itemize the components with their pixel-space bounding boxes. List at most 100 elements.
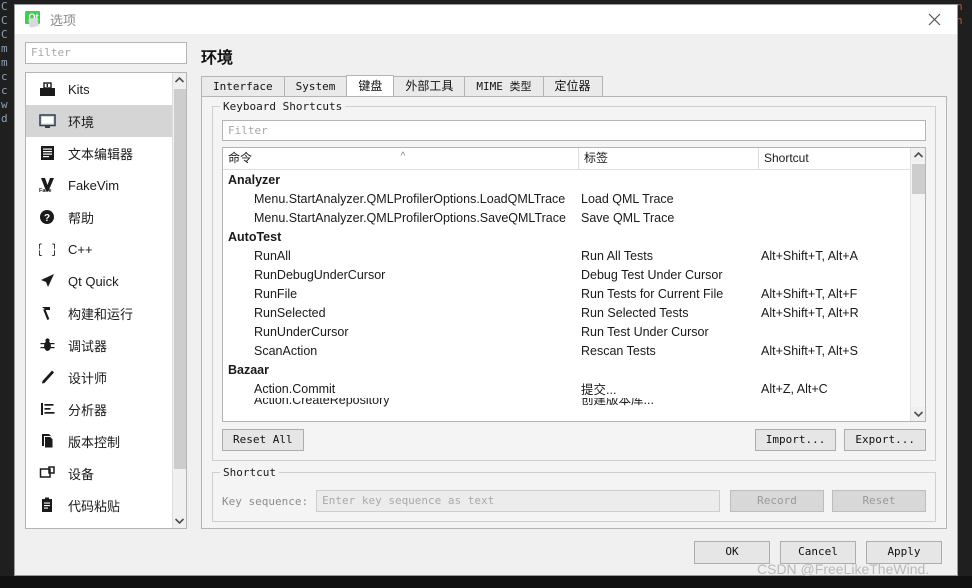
sidebar-item-label: FakeVim — [68, 177, 120, 193]
table-row[interactable]: Analyzer — [225, 170, 910, 189]
sidebar-item-label: 版本控制 — [68, 434, 121, 450]
shortcuts-table-scrollbar[interactable] — [910, 148, 925, 421]
group-title: Keyboard Shortcuts — [220, 100, 346, 113]
record-button[interactable]: Record — [730, 490, 824, 512]
cell-shortcut: Alt+Shift+T, Alt+R — [761, 305, 859, 320]
cell-label: Debug Test Under Cursor — [581, 267, 723, 282]
cell-label: Save QML Trace — [581, 210, 675, 225]
group-title: Shortcut — [220, 466, 279, 479]
settings-pane: 环境 Interface System 键盘 外部工具 MIME 类型 定位器 … — [187, 42, 947, 529]
table-row[interactable]: Menu.StartAnalyzer.QMLProfilerOptions.Sa… — [225, 208, 910, 227]
sidebar-item-version-control[interactable]: 版本控制 — [26, 425, 172, 457]
tab-mime-types[interactable]: MIME 类型 — [464, 76, 544, 96]
sidebar-item-label: 构建和运行 — [68, 306, 134, 322]
sidebar-item-cpp[interactable]: { } C++ — [26, 233, 172, 265]
bg-text-line: w — [1, 98, 8, 111]
cell-shortcut: Alt+Shift+T, Alt+F — [761, 286, 858, 301]
sidebar-item-text-editor[interactable]: 文本编辑器 — [26, 137, 172, 169]
scrollbar-thumb[interactable] — [912, 164, 925, 194]
bg-text-line: C — [1, 28, 8, 41]
cell-command: ScanAction — [254, 343, 318, 358]
sidebar-item-label: C++ — [68, 241, 93, 257]
sidebar-item-qt-quick[interactable]: Qt Quick — [26, 265, 172, 297]
sidebar-item-kits[interactable]: Kits — [26, 73, 172, 105]
shortcuts-table: 命令 ^ 标签 Shortcut Analyzer Menu.StartAnal… — [223, 148, 910, 421]
shortcuts-table-container: 命令 ^ 标签 Shortcut Analyzer Menu.StartAnal… — [222, 147, 926, 422]
shortcut-filter-input[interactable]: Filter — [222, 120, 926, 141]
dialog-footer: OK Cancel Apply — [15, 529, 957, 575]
sidebar-item-code-pasting[interactable]: 代码粘贴 — [26, 489, 172, 521]
scroll-up-icon[interactable] — [911, 148, 925, 162]
column-header-shortcut[interactable]: Shortcut — [759, 148, 910, 169]
category-list-container: Kits 环境 文本编辑器 Fake FakeVim ? 帮助 C++ Qt Q… — [25, 72, 187, 529]
sidebar-item-label: 分析器 — [68, 402, 108, 418]
sidebar-item-testing[interactable]: Testing — [26, 521, 172, 528]
table-action-row: Reset All Import... Export... — [222, 429, 926, 451]
sidebar-item-label: 代码粘贴 — [68, 498, 121, 514]
sidebar-item-label: 文本编辑器 — [68, 146, 134, 162]
shortcut-group: Shortcut Key sequence: Enter key sequenc… — [212, 466, 936, 522]
keyboard-tab-panel: Keyboard Shortcuts Filter 命令 ^ 标签 Shortc… — [201, 97, 947, 529]
scroll-down-icon[interactable] — [911, 407, 925, 421]
export-button[interactable]: Export... — [844, 429, 926, 451]
tab-locator[interactable]: 定位器 — [542, 76, 603, 96]
cell-command: RunDebugUnderCursor — [254, 267, 386, 282]
scrollbar-thumb[interactable] — [174, 89, 186, 469]
tab-interface[interactable]: Interface — [201, 76, 285, 96]
analyzer-icon — [37, 399, 57, 419]
table-row[interactable]: ScanAction Rescan Tests Alt+Shift+T, Alt… — [225, 341, 910, 360]
tab-keyboard[interactable]: 键盘 — [346, 75, 395, 96]
cancel-button[interactable]: Cancel — [780, 540, 856, 564]
cell-label: Run Test Under Cursor — [581, 324, 709, 339]
cell-shortcut: Alt+Z, Alt+C — [761, 381, 828, 396]
cell-label: Run All Tests — [581, 248, 654, 263]
close-icon[interactable] — [912, 5, 957, 34]
sidebar-item-label: Kits — [68, 81, 90, 97]
ok-button[interactable]: OK — [694, 540, 770, 564]
braces-icon: { } — [37, 239, 57, 259]
sidebar-item-analyzer[interactable]: 分析器 — [26, 393, 172, 425]
table-row[interactable]: RunFile Run Tests for Current File Alt+S… — [225, 284, 910, 303]
category-filter-input[interactable]: Filter — [25, 42, 187, 64]
scroll-down-icon[interactable] — [172, 514, 186, 528]
cell-command: Menu.StartAnalyzer.QMLProfilerOptions.Lo… — [254, 191, 566, 206]
cell-command: Analyzer — [228, 172, 281, 187]
table-header-row: 命令 ^ 标签 Shortcut — [223, 148, 910, 170]
tab-system[interactable]: System — [283, 76, 348, 96]
sidebar-item-debugger[interactable]: 调试器 — [26, 329, 172, 361]
apply-button[interactable]: Apply — [866, 540, 942, 564]
table-row[interactable]: Action.Commit 提交... Alt+Z, Alt+C — [225, 379, 910, 398]
import-button[interactable]: Import... — [754, 429, 837, 451]
tab-external-tools[interactable]: 外部工具 — [393, 76, 466, 96]
table-row[interactable]: RunDebugUnderCursor Debug Test Under Cur… — [225, 265, 910, 284]
page-title: 环境 — [201, 50, 234, 67]
cell-command: Action.Commit — [254, 381, 336, 396]
table-row[interactable]: Menu.StartAnalyzer.QMLProfilerOptions.Lo… — [225, 189, 910, 208]
column-header-command[interactable]: 命令 ^ — [223, 148, 579, 169]
reset-all-button[interactable]: Reset All — [222, 429, 304, 451]
table-row[interactable]: Action.CreateRepository 创建版本库... — [225, 398, 910, 407]
sidebar-item-build-run[interactable]: 构建和运行 — [26, 297, 172, 329]
sidebar-item-fakevim[interactable]: Fake FakeVim — [26, 169, 172, 201]
sidebar-item-designer[interactable]: 设计师 — [26, 361, 172, 393]
window-title: 选项 — [50, 13, 77, 28]
scroll-up-icon[interactable] — [172, 73, 186, 87]
category-list-scrollbar[interactable] — [172, 73, 186, 528]
table-row[interactable]: Bazaar — [225, 360, 910, 379]
table-row[interactable]: RunUnderCursor Run Test Under Cursor — [225, 322, 910, 341]
options-dialog: Qt 选项 Filter — [14, 4, 958, 576]
key-sequence-input[interactable]: Enter key sequence as text — [316, 490, 720, 512]
sidebar-item-label: 调试器 — [68, 338, 108, 354]
sidebar-item-environment[interactable]: 环境 — [26, 105, 172, 137]
sidebar-item-devices[interactable]: 设备 — [26, 457, 172, 489]
sidebar-item-help[interactable]: ? 帮助 — [26, 201, 172, 233]
column-header-label-col[interactable]: 标签 — [579, 148, 759, 169]
table-row[interactable]: AutoTest — [225, 227, 910, 246]
table-row[interactable]: RunAll Run All Tests Alt+Shift+T, Alt+A — [225, 246, 910, 265]
svg-text:?: ? — [44, 213, 50, 224]
device-icon — [37, 463, 57, 483]
table-row[interactable]: RunSelected Run Selected Tests Alt+Shift… — [225, 303, 910, 322]
category-pane: Filter Kits 环境 文本编辑器 Fake FakeVim ? 帮助 C… — [25, 42, 187, 529]
reset-shortcut-button[interactable]: Reset — [832, 490, 926, 512]
column-header-label: 命令 — [228, 151, 253, 165]
